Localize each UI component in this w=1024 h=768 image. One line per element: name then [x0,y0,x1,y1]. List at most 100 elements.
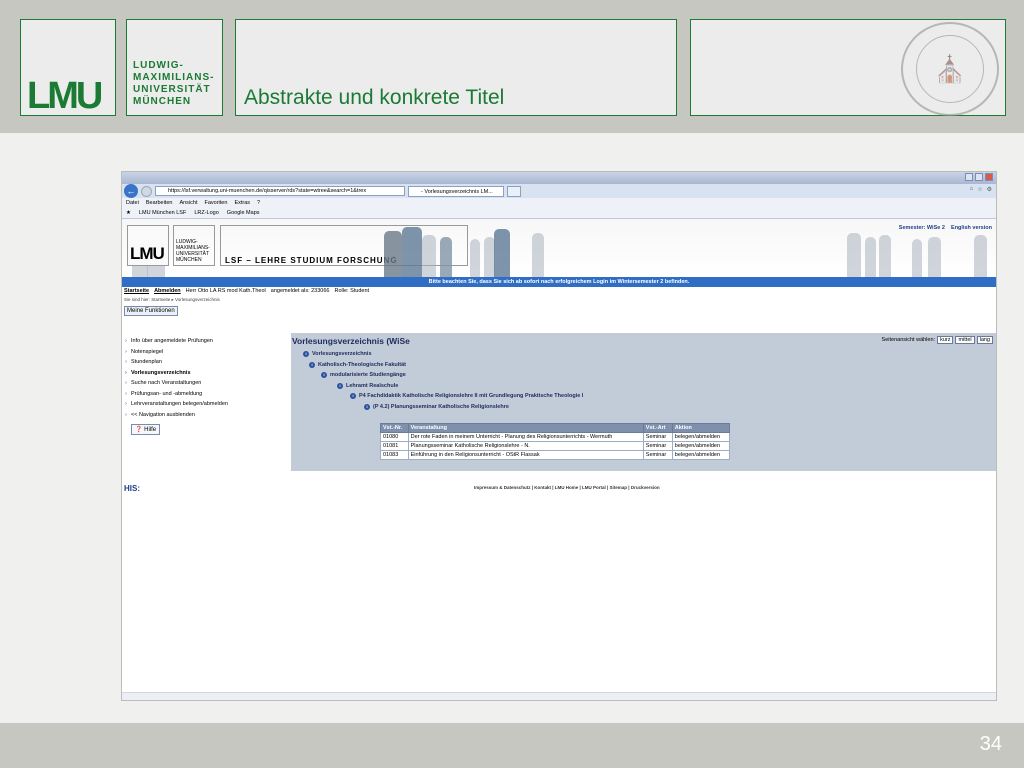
star-icon[interactable]: ☆ [977,186,982,193]
sidebar-item-pruefungsanmeldung[interactable]: Prüfungsan- und -abmeldung [125,389,285,400]
user-role: Rolle: Student [334,288,370,294]
my-functions-button[interactable]: Meine Funktionen [124,306,178,316]
semester-label[interactable]: Semester: WiSe 2 [899,225,945,231]
enroll-link[interactable]: belegen/abmelden [671,432,731,442]
course-type: Seminar [642,432,673,442]
sidebar-item-vorlesungsverzeichnis[interactable]: Vorlesungsverzeichnis [125,368,285,379]
view-selector: Seitenansicht wählen: kurz mittel lang [882,336,993,344]
info-icon: i [350,393,356,399]
close-icon[interactable] [985,173,993,181]
site-university-name: LUDWIG- MAXIMILIANS- UNIVERSITÄT MÜNCHEN [173,225,215,266]
menu-bearbeiten[interactable]: Bearbeiten [146,198,173,208]
site-logo[interactable]: LMU [127,225,169,266]
info-icon: i [303,351,309,357]
menu-help[interactable]: ? [257,198,260,208]
browser-titlebar [122,172,996,184]
course-number: 01083 [380,450,409,460]
course-table: Vst.-Nr. Veranstaltung Vst.-Art Aktion 0… [380,423,731,460]
info-icon: i [364,403,370,410]
col-vst-nr: Vst.-Nr. [380,423,409,433]
course-title-link[interactable]: Der rote Faden in meinem Unterricht - Pl… [407,432,644,442]
notice-bar: Bitte beachten Sie, dass Sie sich ab sof… [122,277,996,287]
browser-navbar: ← https://lsf.verwaltung.uni-muenchen.de… [122,184,996,198]
home-icon[interactable]: ⌂ [970,186,974,193]
col-veranstaltung: Veranstaltung [407,423,644,433]
site-footer-links[interactable]: Impressum & Datenschutz | Kontakt | LMU … [474,485,660,490]
favorites-bar: ★ LMU München LSF LRZ-Logo Google Maps [122,208,996,219]
browser-screenshot: ← https://lsf.verwaltung.uni-muenchen.de… [121,171,997,701]
tree-item[interactable]: i (P 4.2) Planungsseminar Katholische Rel… [291,402,583,413]
view-mittel-button[interactable]: mittel [955,336,975,344]
university-name-box: LUDWIG- MAXIMILIANS- UNIVERSITÄT MÜNCHEN [126,19,223,116]
view-label: Seitenansicht wählen: [881,337,936,343]
university-seal-icon: ⛪ [901,22,999,116]
tree-item[interactable]: i P4 Fachdidaktik Katholische Religionsle… [291,391,583,402]
sidebar-item-belegen[interactable]: Lehrveranstaltungen belegen/abmelden [125,399,285,410]
view-kurz-button[interactable]: kurz [937,336,954,344]
slide-footer: 34 [0,723,1024,768]
sidebar-item-pruefungen-info[interactable]: Info über angemeldete Prüfungen [125,336,285,347]
favorite-lsf[interactable]: LMU München LSF [139,208,186,218]
sidebar-nav: Info über angemeldete Prüfungen Notenspi… [125,336,285,420]
favorite-maps[interactable]: Google Maps [227,208,260,218]
sidebar-item-suche[interactable]: Suche nach Veranstaltungen [125,378,285,389]
course-type: Seminar [642,450,673,460]
info-icon: i [337,382,343,389]
course-title-link[interactable]: Einführung in den Religionsunterricht - … [407,450,644,460]
gear-icon[interactable]: ⚙ [987,186,992,193]
slide-header: LMU LUDWIG- MAXIMILIANS- UNIVERSITÄT MÜN… [0,0,1024,133]
table-header: Vst.-Nr. Veranstaltung Vst.-Art Aktion [380,423,731,433]
address-bar[interactable]: https://lsf.verwaltung.uni-muenchen.de/q… [155,186,405,196]
user-line: Startseite Abmelden Herr Otto LA RS mod … [122,287,996,296]
startseite-link[interactable]: Startseite [124,287,149,296]
browser-tab[interactable]: - Vorlesungsverzeichnis LM... [408,185,504,197]
menu-extras[interactable]: Extras [234,198,250,208]
slide-title: Abstrakte und konkrete Titel [244,86,505,109]
university-name: LUDWIG- MAXIMILIANS- UNIVERSITÄT MÜNCHEN [133,60,215,107]
table-row: 01081 Planungsseminar Katholische Religi… [380,441,731,451]
maximize-icon[interactable] [975,173,983,181]
horizontal-scrollbar[interactable] [122,692,996,700]
table-row: 01083 Einführung in den Religionsunterri… [380,450,731,460]
help-button[interactable]: ❓ Hilfe [131,424,161,435]
course-number: 01080 [380,432,409,442]
new-tab-button[interactable] [507,185,521,197]
favorites-star-icon[interactable]: ★ [126,208,131,218]
forward-button[interactable] [141,185,152,197]
his-logo[interactable]: HIS: [124,484,140,493]
page-number: 34 [979,733,1002,755]
panel-title: Vorlesungsverzeichnis (WiSe [292,336,410,346]
lmu-logo: LMU [20,19,116,117]
english-version-link[interactable]: English version [951,225,992,231]
favorite-lrz[interactable]: LRZ-Logo [194,208,218,218]
menu-favoriten[interactable]: Favoriten [205,198,228,208]
minimize-icon[interactable] [965,173,973,181]
title-box: Abstrakte und konkrete Titel [235,19,677,116]
tree-item[interactable]: i modularisierte Studiengänge [291,370,583,381]
enroll-link[interactable]: belegen/abmelden [671,441,731,451]
col-aktion: Aktion [671,423,731,433]
enroll-link[interactable]: belegen/abmelden [671,450,731,460]
sidebar-item-notenspiegel[interactable]: Notenspiegel [125,347,285,358]
menu-datei[interactable]: Datei [126,198,139,208]
course-type: Seminar [642,441,673,451]
tree-item[interactable]: i Lehramt Realschule [291,381,583,392]
course-title-link[interactable]: Planungsseminar Katholische Religionsleh… [407,441,644,451]
info-icon: i [309,361,315,368]
seal-box: ⛪ [690,19,1006,116]
info-icon: i [321,372,327,378]
col-vst-art: Vst.-Art [642,423,673,433]
sidebar-item-hide-nav[interactable]: << Navigation ausblenden [125,410,285,421]
abmelden-link[interactable]: Abmelden [154,287,181,296]
view-lang-button[interactable]: lang [976,336,993,344]
tree-item[interactable]: i Vorlesungsverzeichnis [291,349,583,360]
tree-item[interactable]: i Katholisch-Theologische Fakultät [291,360,583,371]
menu-ansicht[interactable]: Ansicht [179,198,197,208]
user-name: Herr Otto LA RS mod Kath.Theol [185,288,266,294]
browser-menubar: Datei Bearbeiten Ansicht Favoriten Extra… [122,198,996,208]
back-button[interactable]: ← [124,184,138,198]
sidebar-item-stundenplan[interactable]: Stundenplan [125,357,285,368]
course-tree: i Vorlesungsverzeichnis i Katholisch-Theol… [291,349,583,412]
site-banner: LMU LUDWIG- MAXIMILIANS- UNIVERSITÄT MÜN… [122,219,996,277]
login-id: angemeldet als: 233066 [270,288,330,294]
